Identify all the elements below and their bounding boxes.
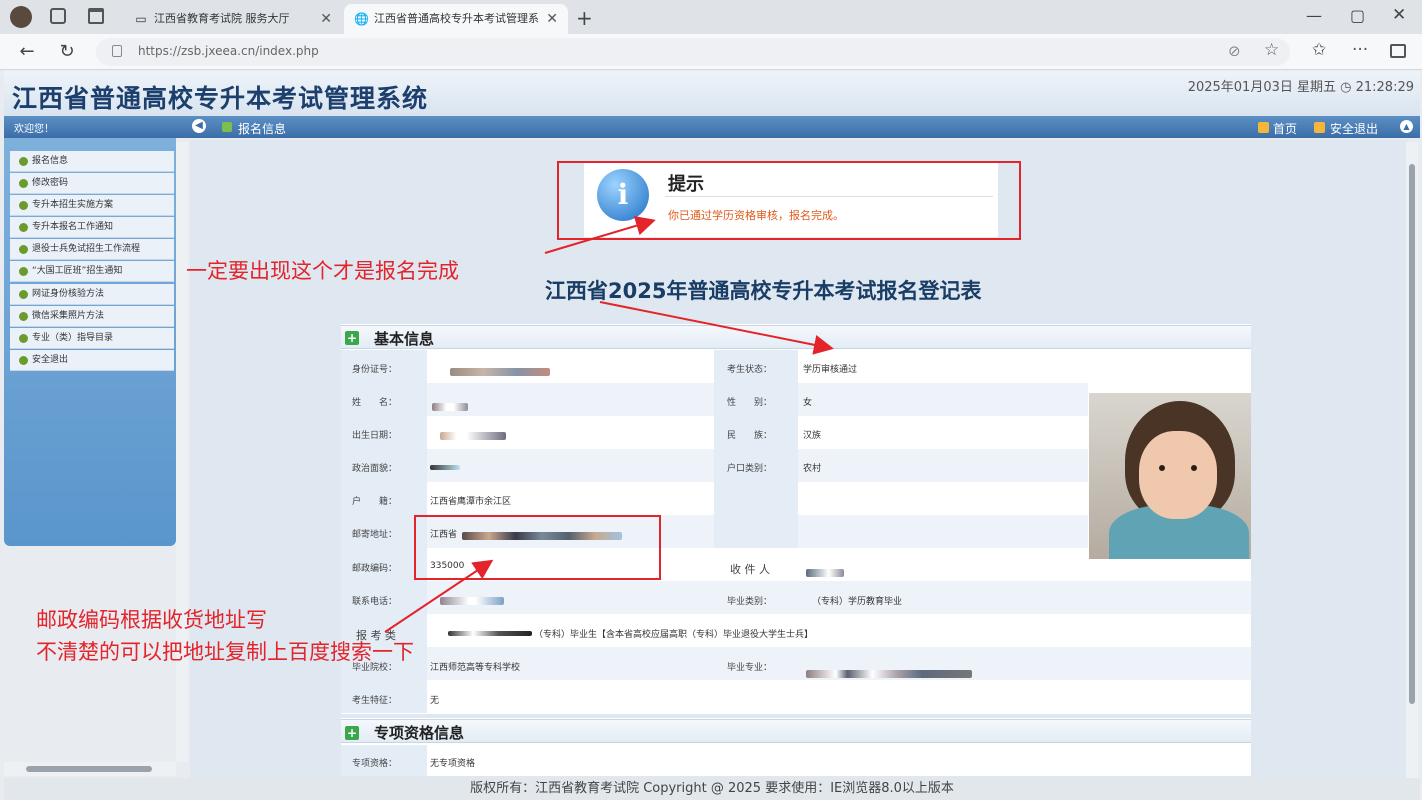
arrow-to-notice (544, 216, 656, 254)
annotation-arrows (384, 216, 834, 633)
arrow-to-status (599, 301, 834, 355)
arrow-to-postal (384, 559, 494, 633)
footer: 版权所有：江西省教育考试院 Copyright @ 2025 要求使用：IE浏览… (4, 778, 1420, 800)
